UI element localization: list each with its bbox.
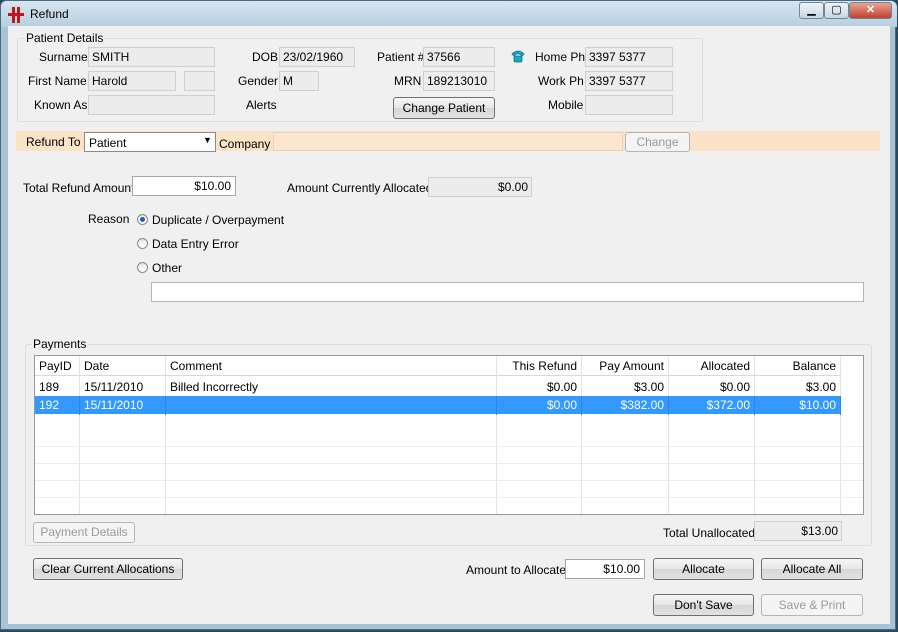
table-cell bbox=[166, 396, 497, 415]
reason-duplicate-label[interactable]: Duplicate / Overpayment bbox=[152, 213, 284, 227]
first-name-field: Harold bbox=[88, 71, 176, 91]
column-header-comment[interactable]: Comment bbox=[166, 357, 497, 376]
amount-to-allocate-label: Amount to Allocate bbox=[466, 563, 567, 577]
first-name-label: First Name bbox=[28, 74, 87, 88]
reason-other-input[interactable] bbox=[151, 282, 864, 302]
payments-table[interactable]: PayID Date Comment This Refund Pay Amoun… bbox=[34, 355, 864, 515]
work-phone-label: Work Ph bbox=[538, 74, 584, 88]
amount-to-allocate-input[interactable]: $10.00 bbox=[565, 559, 645, 579]
column-header-this-refund[interactable]: This Refund bbox=[497, 357, 582, 376]
total-refund-input[interactable]: $10.00 bbox=[132, 176, 236, 196]
surname-field: SMITH bbox=[88, 47, 215, 67]
table-cell: 15/11/2010 bbox=[80, 396, 166, 415]
table-cell: Billed Incorrectly bbox=[166, 378, 497, 397]
close-button[interactable]: ✕ bbox=[849, 2, 892, 19]
minimize-button[interactable]: ▁ bbox=[799, 2, 824, 19]
allocate-all-button[interactable]: Allocate All bbox=[761, 558, 863, 580]
reason-other-label[interactable]: Other bbox=[152, 261, 182, 275]
close-icon: ✕ bbox=[865, 4, 876, 16]
title-bar[interactable]: Refund ▁ ▢ ✕ bbox=[1, 1, 897, 27]
dropdown-arrow-icon: ▼ bbox=[203, 135, 212, 145]
table-cell: 189 bbox=[35, 378, 80, 397]
reason-duplicate-radio[interactable] bbox=[137, 214, 148, 225]
table-cell: $382.00 bbox=[582, 396, 669, 415]
save-print-button[interactable]: Save & Print bbox=[761, 594, 863, 616]
currently-allocated-label: Amount Currently Allocated bbox=[287, 181, 433, 195]
window-title: Refund bbox=[30, 7, 69, 21]
clear-current-allocations-button[interactable]: Clear Current Allocations bbox=[33, 558, 183, 580]
mrn-label: MRN bbox=[394, 74, 422, 88]
table-cell: $10.00 bbox=[755, 396, 841, 415]
reason-data-entry-label[interactable]: Data Entry Error bbox=[152, 237, 239, 251]
patient-number-field: 37566 bbox=[423, 47, 495, 67]
column-header-balance[interactable]: Balance bbox=[755, 357, 841, 376]
known-as-label: Known As bbox=[34, 98, 88, 112]
work-phone-field: 3397 5377 bbox=[585, 71, 673, 91]
reason-data-entry-radio[interactable] bbox=[137, 238, 148, 249]
patient-number-label: Patient # bbox=[377, 50, 425, 64]
column-header-pay-amount[interactable]: Pay Amount bbox=[582, 357, 669, 376]
middle-initial-field bbox=[184, 71, 215, 91]
mrn-field: 189213010 bbox=[423, 71, 495, 91]
home-phone-field: 3397 5377 bbox=[585, 47, 673, 67]
patient-details-legend: Patient Details bbox=[25, 31, 105, 45]
payments-legend: Payments bbox=[32, 337, 88, 351]
dob-label: DOB bbox=[252, 50, 279, 64]
dont-save-button[interactable]: Don't Save bbox=[653, 594, 754, 616]
telephone-icon[interactable] bbox=[510, 49, 526, 63]
column-header-allocated[interactable]: Allocated bbox=[669, 357, 755, 376]
company-field[interactable] bbox=[273, 132, 623, 151]
currently-allocated-field: $0.00 bbox=[428, 177, 532, 197]
total-refund-label: Total Refund Amount bbox=[23, 181, 135, 195]
table-cell: $0.00 bbox=[669, 378, 755, 397]
table-cell: $372.00 bbox=[669, 396, 755, 415]
maximize-icon: ▢ bbox=[831, 4, 842, 16]
mobile-label: Mobile bbox=[548, 98, 584, 112]
table-cell: 15/11/2010 bbox=[80, 378, 166, 397]
maximize-button[interactable]: ▢ bbox=[824, 2, 849, 19]
alerts-label: Alerts bbox=[246, 98, 277, 112]
home-phone-label: Home Ph bbox=[535, 50, 586, 64]
table-cell: $3.00 bbox=[582, 378, 669, 397]
reason-other-radio[interactable] bbox=[137, 262, 148, 273]
table-cell: 192 bbox=[35, 396, 80, 415]
company-label: Company bbox=[219, 137, 271, 151]
refund-to-value: Patient bbox=[89, 136, 127, 150]
column-header-date[interactable]: Date bbox=[80, 357, 166, 376]
minimize-icon: ▁ bbox=[807, 4, 816, 16]
app-cross-icon bbox=[8, 7, 24, 23]
mobile-field bbox=[585, 95, 673, 115]
reason-label: Reason bbox=[88, 212, 130, 226]
refund-to-select[interactable]: Patient ▼ bbox=[84, 132, 216, 152]
refund-to-label: Refund To bbox=[26, 135, 81, 149]
gender-field: M bbox=[279, 71, 319, 91]
known-as-field bbox=[88, 95, 215, 115]
column-header-payid[interactable]: PayID bbox=[35, 357, 80, 376]
table-cell: $3.00 bbox=[755, 378, 841, 397]
total-unallocated-field: $13.00 bbox=[754, 521, 842, 541]
change-company-button[interactable]: Change bbox=[625, 132, 690, 152]
gender-label: Gender bbox=[238, 74, 279, 88]
payment-details-button[interactable]: Payment Details bbox=[33, 522, 135, 543]
surname-label: Surname bbox=[39, 50, 88, 64]
total-unallocated-label: Total Unallocated bbox=[663, 526, 756, 540]
table-cell[interactable]: $0.00 bbox=[497, 396, 582, 415]
table-cell[interactable]: $0.00 bbox=[497, 378, 582, 397]
dob-field: 23/02/1960 bbox=[279, 47, 355, 67]
allocate-button[interactable]: Allocate bbox=[653, 558, 754, 580]
change-patient-button[interactable]: Change Patient bbox=[393, 97, 495, 119]
